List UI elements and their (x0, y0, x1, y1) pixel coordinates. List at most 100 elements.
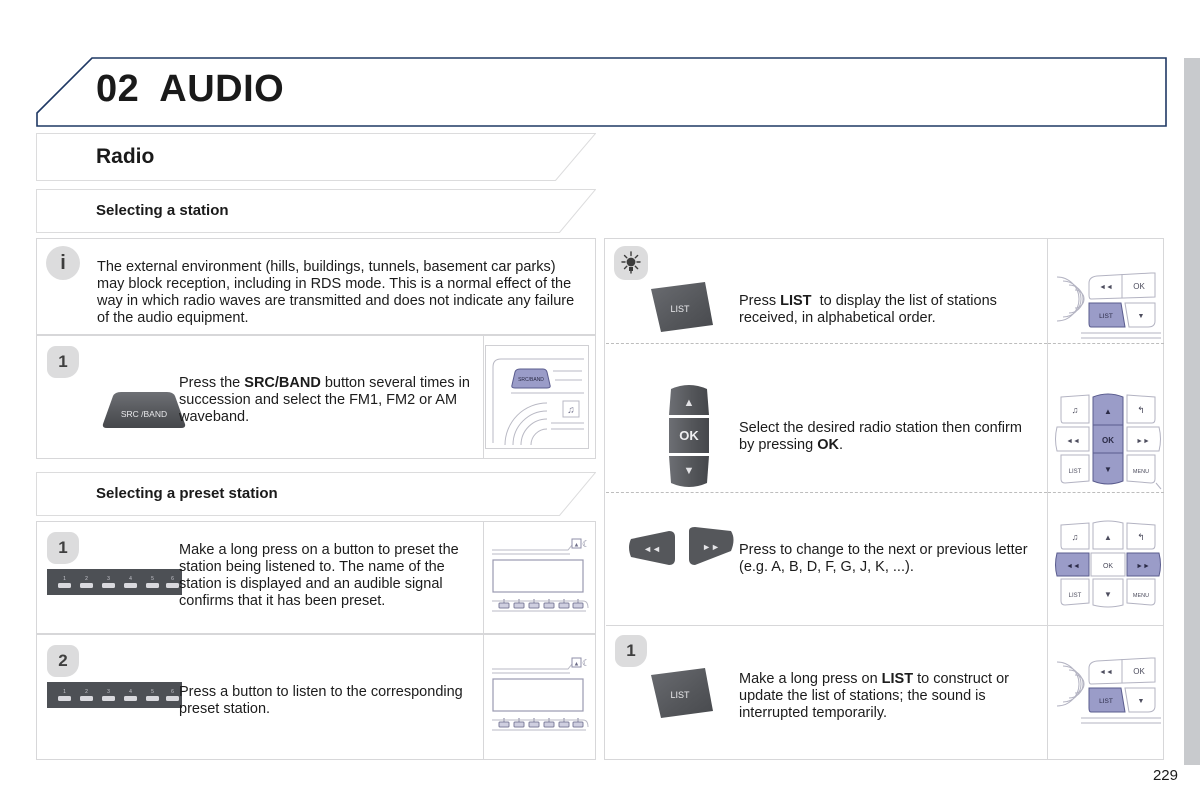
svg-text:MENU: MENU (1133, 593, 1149, 599)
row-separator (606, 625, 1047, 626)
svg-text:LIST: LIST (1069, 593, 1082, 599)
section-title-selecting-a-station: Selecting a station (96, 202, 229, 219)
svg-text:◄◄: ◄◄ (1099, 284, 1113, 291)
row-separator (1048, 492, 1164, 493)
section-title-selecting-a-preset-station: Selecting a preset station (96, 485, 278, 502)
svg-text:►►: ►► (1136, 438, 1150, 445)
svg-text:LIST: LIST (1069, 469, 1082, 475)
info-icon-glyph: i (60, 251, 66, 274)
panel-divider (483, 635, 484, 759)
step-panel-preset-1: 1 123 456 Make a long press on a button (36, 521, 596, 634)
illustration-steering-wheel-ok: ♫ ↰ ◄◄ ►► LIST MENU ▲ OK ▼ (1053, 387, 1163, 496)
row-text-long-press-list: Make a long press on LIST to construct o… (739, 671, 1009, 721)
list-button-shape: LIST (651, 282, 713, 332)
svg-text:☾: ☾ (582, 539, 590, 549)
row-separator (606, 343, 1047, 344)
svg-text:↰: ↰ (1137, 405, 1145, 415)
manual-page: 02 AUDIO Radio Selecting a station i The … (0, 0, 1200, 800)
svg-text:☾: ☾ (582, 658, 590, 668)
svg-text:♫: ♫ (1072, 532, 1079, 542)
page-title: 02 AUDIO (96, 68, 284, 111)
svg-text:2: 2 (85, 576, 88, 582)
ok-rocker-button[interactable]: ▲ OK ▼ (661, 379, 717, 500)
src-band-button[interactable]: SRC /BAND (99, 390, 189, 435)
step-text-preset-2: Press a button to listen to the correspo… (179, 684, 463, 717)
right-column-panel: LIST Press LIST to display the list of s… (604, 238, 1164, 760)
row-separator (606, 492, 1047, 493)
row-text-press-list: Press LIST to display the list of statio… (739, 293, 997, 326)
svg-text:▲: ▲ (574, 543, 580, 549)
svg-text:4: 4 (129, 576, 132, 582)
section-title-radio: Radio (96, 145, 155, 168)
info-note-panel: i The external environment (hills, build… (36, 238, 596, 335)
src-band-button-label: SRC /BAND (121, 409, 167, 419)
svg-text:►►: ►► (1136, 563, 1150, 570)
svg-text:OK: OK (1102, 436, 1114, 445)
svg-text:5: 5 (151, 576, 154, 582)
chapter-title-text: AUDIO (159, 68, 285, 110)
svg-text:◄◄: ◄◄ (1066, 563, 1080, 570)
preset-keys-strip[interactable]: 1 2 3 4 5 6 (47, 682, 182, 713)
info-icon: i (46, 246, 80, 280)
svg-text:◄◄: ◄◄ (1066, 438, 1080, 445)
svg-text:3: 3 (107, 576, 110, 582)
svg-text:♫: ♫ (567, 405, 575, 416)
list-button[interactable]: LIST (649, 667, 715, 724)
chapter-number: 02 (96, 68, 140, 110)
svg-text:◄◄: ◄◄ (643, 544, 661, 554)
svg-text:▼: ▼ (684, 465, 695, 477)
svg-text:↰: ↰ (1137, 532, 1145, 542)
svg-text:4: 4 (129, 689, 132, 695)
step-panel-src-band: 1 SRC /BAND Press the SRC/BAND button se… (36, 335, 596, 459)
svg-text:▼: ▼ (1138, 698, 1145, 705)
svg-text:▼: ▼ (1104, 465, 1112, 474)
preset-keys-shape: 1 2 3 4 5 6 (47, 569, 182, 595)
ok-rocker-shape: ▲ OK ▼ (669, 385, 709, 487)
fast-forward-button[interactable]: ►► (683, 525, 739, 574)
section-banner-selecting-a-preset-station: Selecting a preset station (36, 472, 596, 516)
svg-text:SRC/BAND: SRC/BAND (518, 377, 544, 383)
illustration-steering-wheel-list: ◄◄ OK LIST ▼ (1051, 644, 1163, 741)
row-text-select-station: Select the desired radio station then co… (739, 420, 1022, 453)
row-separator (1048, 625, 1164, 626)
svg-text:6: 6 (171, 689, 174, 695)
svg-text:▼: ▼ (1138, 313, 1145, 320)
list-button-shape: LIST (651, 668, 713, 718)
svg-text:OK: OK (1103, 563, 1113, 570)
preset-keys-strip[interactable]: 1 2 3 4 5 6 (47, 569, 182, 600)
illustration-head-unit-display-presets: ▲ ☾ (490, 536, 590, 623)
svg-text:OK: OK (1133, 667, 1145, 676)
svg-text:OK: OK (1133, 282, 1145, 291)
row-text-change-letter: Press to change to the next or previous … (739, 542, 1028, 575)
svg-text:▲: ▲ (1104, 407, 1112, 416)
chapter-header: 02 AUDIO (36, 57, 1167, 127)
row-separator (1048, 343, 1164, 344)
lightbulb-icon (614, 246, 648, 280)
svg-text:3: 3 (107, 689, 110, 695)
panel-divider (483, 522, 484, 633)
step-number-badge: 2 (47, 645, 79, 677)
preset-keys-shape: 1 2 3 4 5 6 (47, 682, 182, 708)
step-number-badge: 1 (615, 635, 647, 667)
svg-text:▲: ▲ (574, 662, 580, 668)
svg-text:▼: ▼ (1104, 590, 1112, 599)
svg-text:LIST: LIST (670, 690, 690, 700)
section-banner-radio: Radio (36, 133, 596, 181)
svg-text:2: 2 (85, 689, 88, 695)
fast-forward-button-shape: ►► (689, 527, 734, 565)
step-panel-preset-2: 2 123 456 Press a button to listen to th… (36, 634, 596, 760)
svg-text:MENU: MENU (1133, 469, 1149, 475)
list-button[interactable]: LIST (649, 281, 715, 338)
page-edge-tab (1184, 58, 1200, 765)
illustration-steering-wheel-list: ◄◄ OK LIST ▼ (1051, 259, 1163, 356)
lightbulb-icon-glyph (621, 251, 641, 274)
step-number-badge: 1 (47, 532, 79, 564)
svg-text:♫: ♫ (1072, 405, 1079, 415)
page-number: 229 (1152, 767, 1178, 784)
svg-text:►►: ►► (702, 542, 720, 552)
illustration-steering-wheel-rew-ff: ♫ ▲ ↰ LIST ▼ MENU ◄◄ ►► OK (1053, 519, 1163, 616)
svg-text:LIST: LIST (670, 304, 690, 314)
svg-text:1: 1 (63, 576, 66, 582)
rewind-button[interactable]: ◄◄ (625, 527, 681, 574)
info-note-text: The external environment (hills, buildin… (97, 259, 575, 326)
